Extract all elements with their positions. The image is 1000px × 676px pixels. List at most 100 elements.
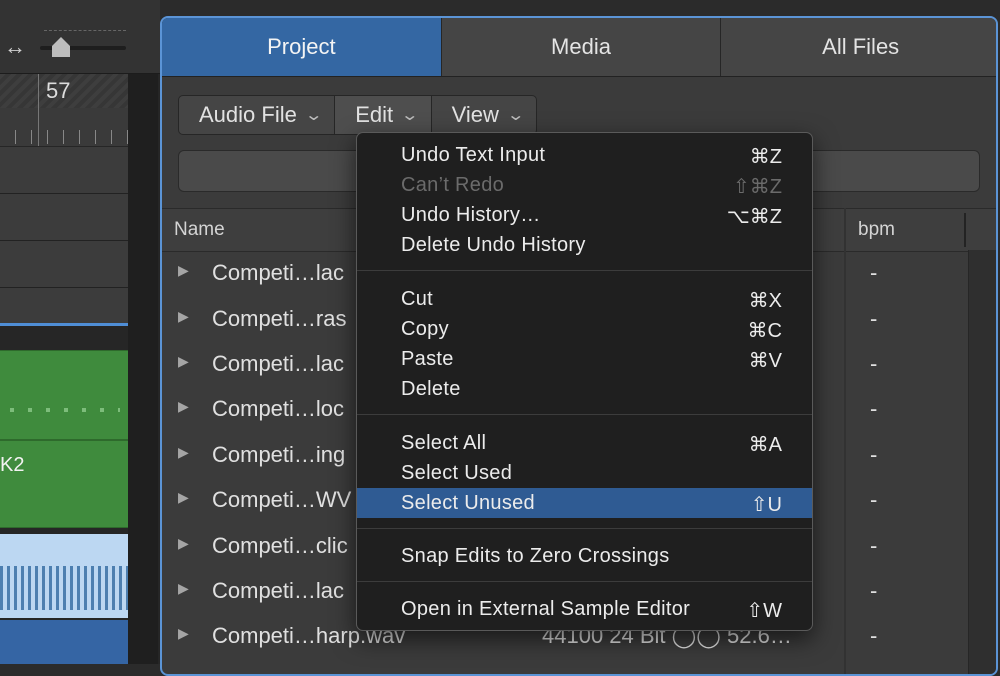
track-lane[interactable] — [0, 194, 128, 241]
menu-shortcut: ⌘Z — [749, 146, 782, 168]
menu-separator — [357, 528, 812, 529]
audio-region[interactable] — [0, 620, 128, 664]
disclosure-triangle-icon[interactable]: ▶ — [178, 625, 189, 642]
file-name: Competi…clic — [212, 533, 348, 558]
tracks-scrollbar[interactable] — [128, 74, 158, 664]
file-bpm: - — [870, 533, 878, 558]
disclosure-triangle-icon[interactable]: ▶ — [178, 353, 189, 370]
timeline-ruler[interactable]: 57 — [0, 74, 128, 146]
menu-separator — [357, 414, 812, 415]
file-name: Competi…lac — [212, 351, 345, 376]
menu-shortcut: ⌘V — [748, 350, 782, 372]
menu-item-undo-history[interactable]: Undo History… ⌥⌘Z — [357, 200, 812, 230]
zoom-slider-thumb[interactable] — [52, 37, 70, 57]
menu-item-label: Select All — [401, 432, 487, 454]
file-name: Competi…loc — [212, 396, 345, 421]
file-bpm: - — [870, 260, 878, 285]
browser-tabs: Project Media All Files — [162, 18, 996, 77]
file-name: Competi…lac — [212, 260, 345, 285]
zoom-slider-ticks — [44, 30, 126, 37]
disclosure-triangle-icon[interactable]: ▶ — [178, 398, 189, 415]
region-label: K2 — [0, 454, 25, 476]
audio-file-menu-button[interactable]: Audio File ⌄ — [179, 96, 336, 134]
file-name: Competi…ing — [212, 442, 346, 467]
menu-shortcut: ⌘C — [747, 320, 782, 342]
chevron-down-icon: ⌄ — [304, 107, 323, 124]
menu-item-paste[interactable]: Paste ⌘V — [357, 344, 812, 374]
menu-item-delete-undo-history[interactable]: Delete Undo History — [357, 230, 812, 260]
view-label: View — [451, 102, 499, 127]
file-name: Competi…lac — [212, 578, 345, 603]
file-name: Competi…WV — [212, 487, 352, 512]
column-name[interactable]: Name — [174, 209, 225, 251]
column-divider[interactable] — [964, 213, 966, 247]
track-lane[interactable] — [0, 147, 128, 194]
chevron-down-icon: ⌄ — [400, 107, 420, 124]
menu-item-label: Delete Undo History — [401, 234, 586, 256]
browser-toolbar: Audio File ⌄ Edit ⌄ View ⌄ — [178, 95, 538, 135]
disclosure-triangle-icon[interactable]: ▶ — [178, 444, 189, 461]
list-scrollbar[interactable] — [968, 250, 996, 674]
menu-item-select-used[interactable]: Select Used — [357, 458, 812, 488]
region-markers — [10, 408, 120, 412]
menu-item-cut[interactable]: Cut ⌘X — [357, 284, 812, 314]
tracks-area: ↔ 57 K2 — [0, 0, 160, 664]
menu-item-cant-redo: Can’t Redo ⇧⌘Z — [357, 170, 812, 200]
menu-item-label: Paste — [401, 348, 454, 370]
disclosure-triangle-icon[interactable]: ▶ — [178, 489, 189, 506]
menu-item-label: Snap Edits to Zero Crossings — [401, 545, 670, 567]
menu-item-open-external-editor[interactable]: Open in External Sample Editor ⇧W — [357, 594, 812, 624]
menu-item-label: Cut — [401, 288, 434, 310]
menu-shortcut: ⌘A — [748, 434, 782, 456]
track-lane[interactable] — [0, 241, 128, 288]
audio-region[interactable]: K2 — [0, 440, 128, 528]
file-bpm: - — [870, 487, 878, 512]
ruler-ticks — [0, 130, 128, 144]
disclosure-triangle-icon[interactable]: ▶ — [178, 262, 189, 279]
tab-media[interactable]: Media — [442, 18, 722, 76]
menu-item-snap-edits-zero-crossings[interactable]: Snap Edits to Zero Crossings — [357, 541, 812, 571]
bar-number: 57 — [46, 78, 71, 103]
audio-file-label: Audio File — [199, 102, 297, 127]
menu-item-label: Select Unused — [401, 492, 535, 514]
menu-item-undo-text-input[interactable]: Undo Text Input ⌘Z — [357, 140, 812, 170]
file-bpm: - — [870, 442, 878, 467]
edit-menu-button[interactable]: Edit ⌄ — [335, 96, 432, 134]
file-bpm: - — [870, 623, 878, 648]
menu-item-delete[interactable]: Delete — [357, 374, 812, 404]
file-bpm: - — [870, 578, 878, 603]
menu-item-select-all[interactable]: Select All ⌘A — [357, 428, 812, 458]
menu-shortcut: ⌥⌘Z — [726, 206, 782, 228]
horizontal-zoom-icon: ↔ — [4, 34, 26, 59]
disclosure-triangle-icon[interactable]: ▶ — [178, 308, 189, 325]
tab-project[interactable]: Project — [162, 18, 442, 76]
menu-shortcut: ⇧⌘Z — [733, 176, 782, 198]
menu-item-label: Undo Text Input — [401, 144, 546, 166]
menu-item-label: Can’t Redo — [401, 174, 505, 196]
file-bpm: - — [870, 396, 878, 421]
disclosure-triangle-icon[interactable]: ▶ — [178, 535, 189, 552]
file-name: Competi…ras — [212, 306, 347, 331]
edit-label: Edit — [355, 102, 394, 127]
menu-separator — [357, 581, 812, 582]
tab-all-files[interactable]: All Files — [721, 18, 996, 76]
menu-separator — [357, 270, 812, 271]
audio-region[interactable] — [0, 350, 128, 440]
view-menu-button[interactable]: View ⌄ — [432, 96, 537, 134]
waveform — [0, 566, 128, 610]
waveform-region[interactable] — [0, 534, 128, 618]
selected-track-line — [0, 323, 128, 326]
column-bpm[interactable]: bpm — [858, 209, 895, 251]
menu-item-copy[interactable]: Copy ⌘C — [357, 314, 812, 344]
menu-shortcut: ⌘X — [748, 290, 782, 312]
track-lane[interactable] — [0, 288, 128, 324]
menu-shortcut: ⇧U — [750, 494, 782, 516]
menu-item-select-unused[interactable]: Select Unused ⇧U — [357, 488, 812, 518]
menu-shortcut: ⇧W — [746, 600, 782, 622]
menu-item-label: Undo History… — [401, 204, 541, 226]
menu-item-label: Copy — [401, 318, 449, 340]
menu-item-label: Open in External Sample Editor — [401, 598, 691, 620]
file-bpm: - — [870, 351, 878, 376]
file-bpm: - — [870, 306, 878, 331]
disclosure-triangle-icon[interactable]: ▶ — [178, 580, 189, 597]
